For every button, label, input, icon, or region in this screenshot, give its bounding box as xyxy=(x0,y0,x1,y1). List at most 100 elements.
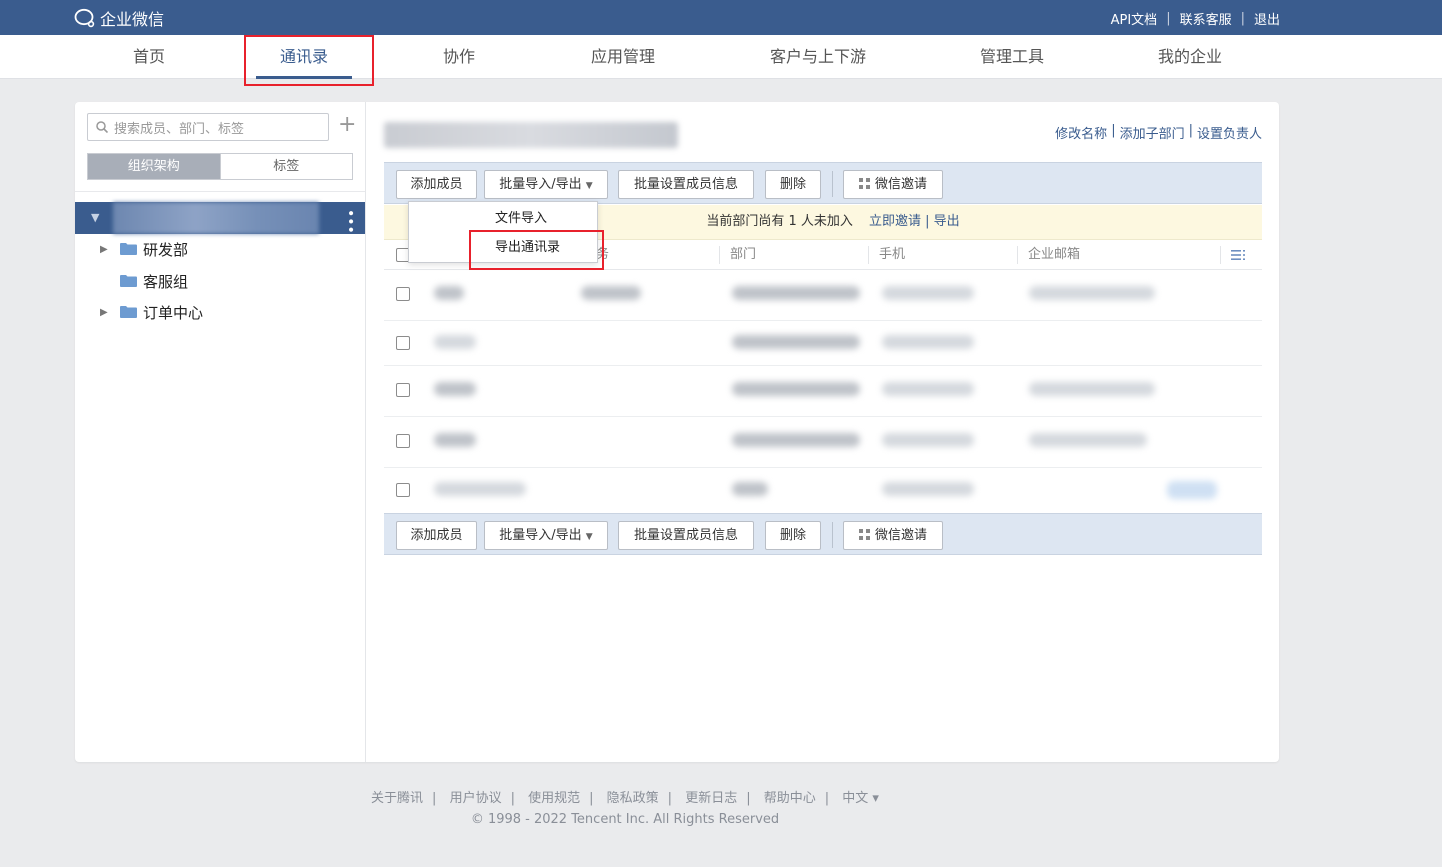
import-export-dropdown: 文件导入 导出通讯录 xyxy=(408,201,598,263)
row-checkbox[interactable] xyxy=(396,287,410,301)
phone-redacted xyxy=(882,382,974,396)
table-row[interactable] xyxy=(384,468,1262,513)
row-checkbox[interactable] xyxy=(396,336,410,350)
toolbar-separator xyxy=(832,171,833,197)
department-redacted xyxy=(732,286,860,300)
department-redacted xyxy=(732,482,768,496)
dept-title-redacted xyxy=(384,122,678,148)
footer-link-privacy[interactable]: 隐私政策 xyxy=(607,791,659,806)
footer-link-changelog[interactable]: 更新日志 xyxy=(685,791,737,806)
col-separator xyxy=(868,246,869,264)
tab-org-structure[interactable]: 组织架构 xyxy=(88,154,220,179)
tree-item-order-center[interactable]: ▶ 订单中心 xyxy=(75,297,365,327)
table-row[interactable] xyxy=(384,321,1262,366)
nav-item-customers[interactable]: 客户与上下游 xyxy=(770,35,866,79)
batch-import-export-button[interactable]: 批量导入/导出 ▼ xyxy=(484,170,608,199)
add-subdept-link[interactable]: 添加子部门 xyxy=(1120,123,1185,142)
more-icon[interactable]: ••• xyxy=(342,209,358,234)
phone-redacted xyxy=(882,433,974,447)
sidebar-divider xyxy=(75,191,365,192)
row-checkbox[interactable] xyxy=(396,434,410,448)
delete-button[interactable]: 删除 xyxy=(765,170,821,199)
top-link-separator: | xyxy=(1240,11,1245,26)
table-row[interactable] xyxy=(384,366,1262,417)
footer-link-user-agreement[interactable]: 用户协议 xyxy=(450,791,502,806)
search-input[interactable]: 搜索成员、部门、标签 xyxy=(87,113,329,141)
name-redacted xyxy=(434,433,476,447)
toolbar-separator xyxy=(832,522,833,548)
name-redacted xyxy=(434,482,526,496)
expand-arrow-icon[interactable]: ▶ xyxy=(100,244,108,255)
wecom-logo-icon xyxy=(74,8,95,28)
batch-import-export-label: 批量导入/导出 xyxy=(499,528,582,543)
invite-now-link[interactable]: 立即邀请 xyxy=(869,214,921,229)
toolbar-bottom: 添加成员 批量导入/导出 ▼ 批量设置成员信息 删除 微信邀请 xyxy=(384,513,1262,555)
notice-text: 当前部门尚有 1 人未加入 xyxy=(706,214,853,229)
export-link[interactable]: 导出 xyxy=(934,214,960,229)
tab-tags[interactable]: 标签 xyxy=(219,154,352,179)
menu-item-file-import[interactable]: 文件导入 xyxy=(409,204,597,233)
caret-down-icon: ▼ xyxy=(91,211,100,224)
sidebar-tabs: 组织架构 标签 xyxy=(87,153,353,180)
nav-item-management-tools[interactable]: 管理工具 xyxy=(980,35,1044,79)
action-separator: | xyxy=(1188,123,1193,138)
phone-redacted xyxy=(882,286,974,300)
top-link-separator: | xyxy=(1166,11,1171,26)
menu-item-export-contacts[interactable]: 导出通讯录 xyxy=(409,233,597,262)
footer-link-help[interactable]: 帮助中心 xyxy=(764,791,816,806)
add-icon[interactable]: + xyxy=(338,114,356,136)
toolbar-top: 添加成员 批量导入/导出 ▼ 批量设置成员信息 删除 微信邀请 xyxy=(384,162,1262,204)
nav-item-contacts[interactable]: 通讯录 xyxy=(255,35,353,79)
action-separator: | xyxy=(1111,123,1116,138)
footer-separator: | xyxy=(510,791,515,806)
table-row[interactable] xyxy=(384,270,1262,321)
app-name: 企业微信 xyxy=(100,10,165,29)
footer-separator: | xyxy=(667,791,673,806)
batch-set-info-button[interactable]: 批量设置成员信息 xyxy=(618,170,754,199)
set-manager-link[interactable]: 设置负责人 xyxy=(1197,123,1262,142)
add-member-button[interactable]: 添加成员 xyxy=(396,170,477,199)
main-panel: 搜索成员、部门、标签 + 组织架构 标签 ▼ ••• ▶ 研发部 客服组 ▶ 订… xyxy=(75,102,1279,762)
nav-item-my-enterprise[interactable]: 我的企业 xyxy=(1158,35,1222,79)
tree-item-label: 订单中心 xyxy=(143,303,204,322)
column-settings-icon[interactable] xyxy=(1231,250,1245,260)
phone-redacted xyxy=(882,482,974,496)
col-separator xyxy=(1220,246,1221,264)
dept-actions: 修改名称 | 添加子部门 | 设置负责人 xyxy=(1055,123,1262,142)
tree-item-customer-service[interactable]: 客服组 xyxy=(75,266,365,296)
wechat-invite-button[interactable]: 微信邀请 xyxy=(843,170,943,199)
tree-item-rnd[interactable]: ▶ 研发部 xyxy=(75,234,365,264)
language-selector[interactable]: 中文 ▾ xyxy=(842,791,879,806)
top-bar: 企业微信 API文档 | 联系客服 | 退出 xyxy=(0,0,1442,35)
logout-link[interactable]: 退出 xyxy=(1254,9,1280,28)
table-row[interactable] xyxy=(384,417,1262,468)
rename-dept-link[interactable]: 修改名称 xyxy=(1055,123,1107,142)
nav-item-collaboration[interactable]: 协作 xyxy=(443,35,475,79)
footer-separator: | xyxy=(746,791,751,806)
app-logo[interactable]: 企业微信 xyxy=(74,6,164,30)
email-redacted xyxy=(1029,286,1155,300)
name-redacted xyxy=(434,335,476,349)
department-redacted xyxy=(732,433,860,447)
footer-link-usage-policy[interactable]: 使用规范 xyxy=(528,791,580,806)
wechat-invite-button[interactable]: 微信邀请 xyxy=(843,521,943,550)
expand-arrow-icon[interactable]: ▶ xyxy=(100,307,108,318)
email-redacted xyxy=(1029,382,1155,396)
row-checkbox[interactable] xyxy=(396,483,410,497)
folder-icon xyxy=(120,275,137,287)
add-member-button[interactable]: 添加成员 xyxy=(396,521,477,550)
tree-root-company[interactable]: ▼ ••• xyxy=(75,202,365,234)
batch-import-export-button[interactable]: 批量导入/导出 ▼ xyxy=(484,521,608,550)
delete-button[interactable]: 删除 xyxy=(765,521,821,550)
sidebar: 搜索成员、部门、标签 + 组织架构 标签 ▼ ••• ▶ 研发部 客服组 ▶ 订… xyxy=(75,102,366,762)
row-checkbox[interactable] xyxy=(396,383,410,397)
col-phone: 手机 xyxy=(879,247,906,262)
nav-item-home[interactable]: 首页 xyxy=(133,35,165,79)
api-docs-link[interactable]: API文档 xyxy=(1111,9,1158,28)
contact-support-link[interactable]: 联系客服 xyxy=(1180,9,1232,28)
footer-link-about[interactable]: 关于腾讯 xyxy=(371,791,423,806)
nav-item-app-management[interactable]: 应用管理 xyxy=(591,35,655,79)
position-redacted xyxy=(581,286,641,300)
batch-set-info-button[interactable]: 批量设置成员信息 xyxy=(618,521,754,550)
wechat-invite-label: 微信邀请 xyxy=(874,528,927,543)
